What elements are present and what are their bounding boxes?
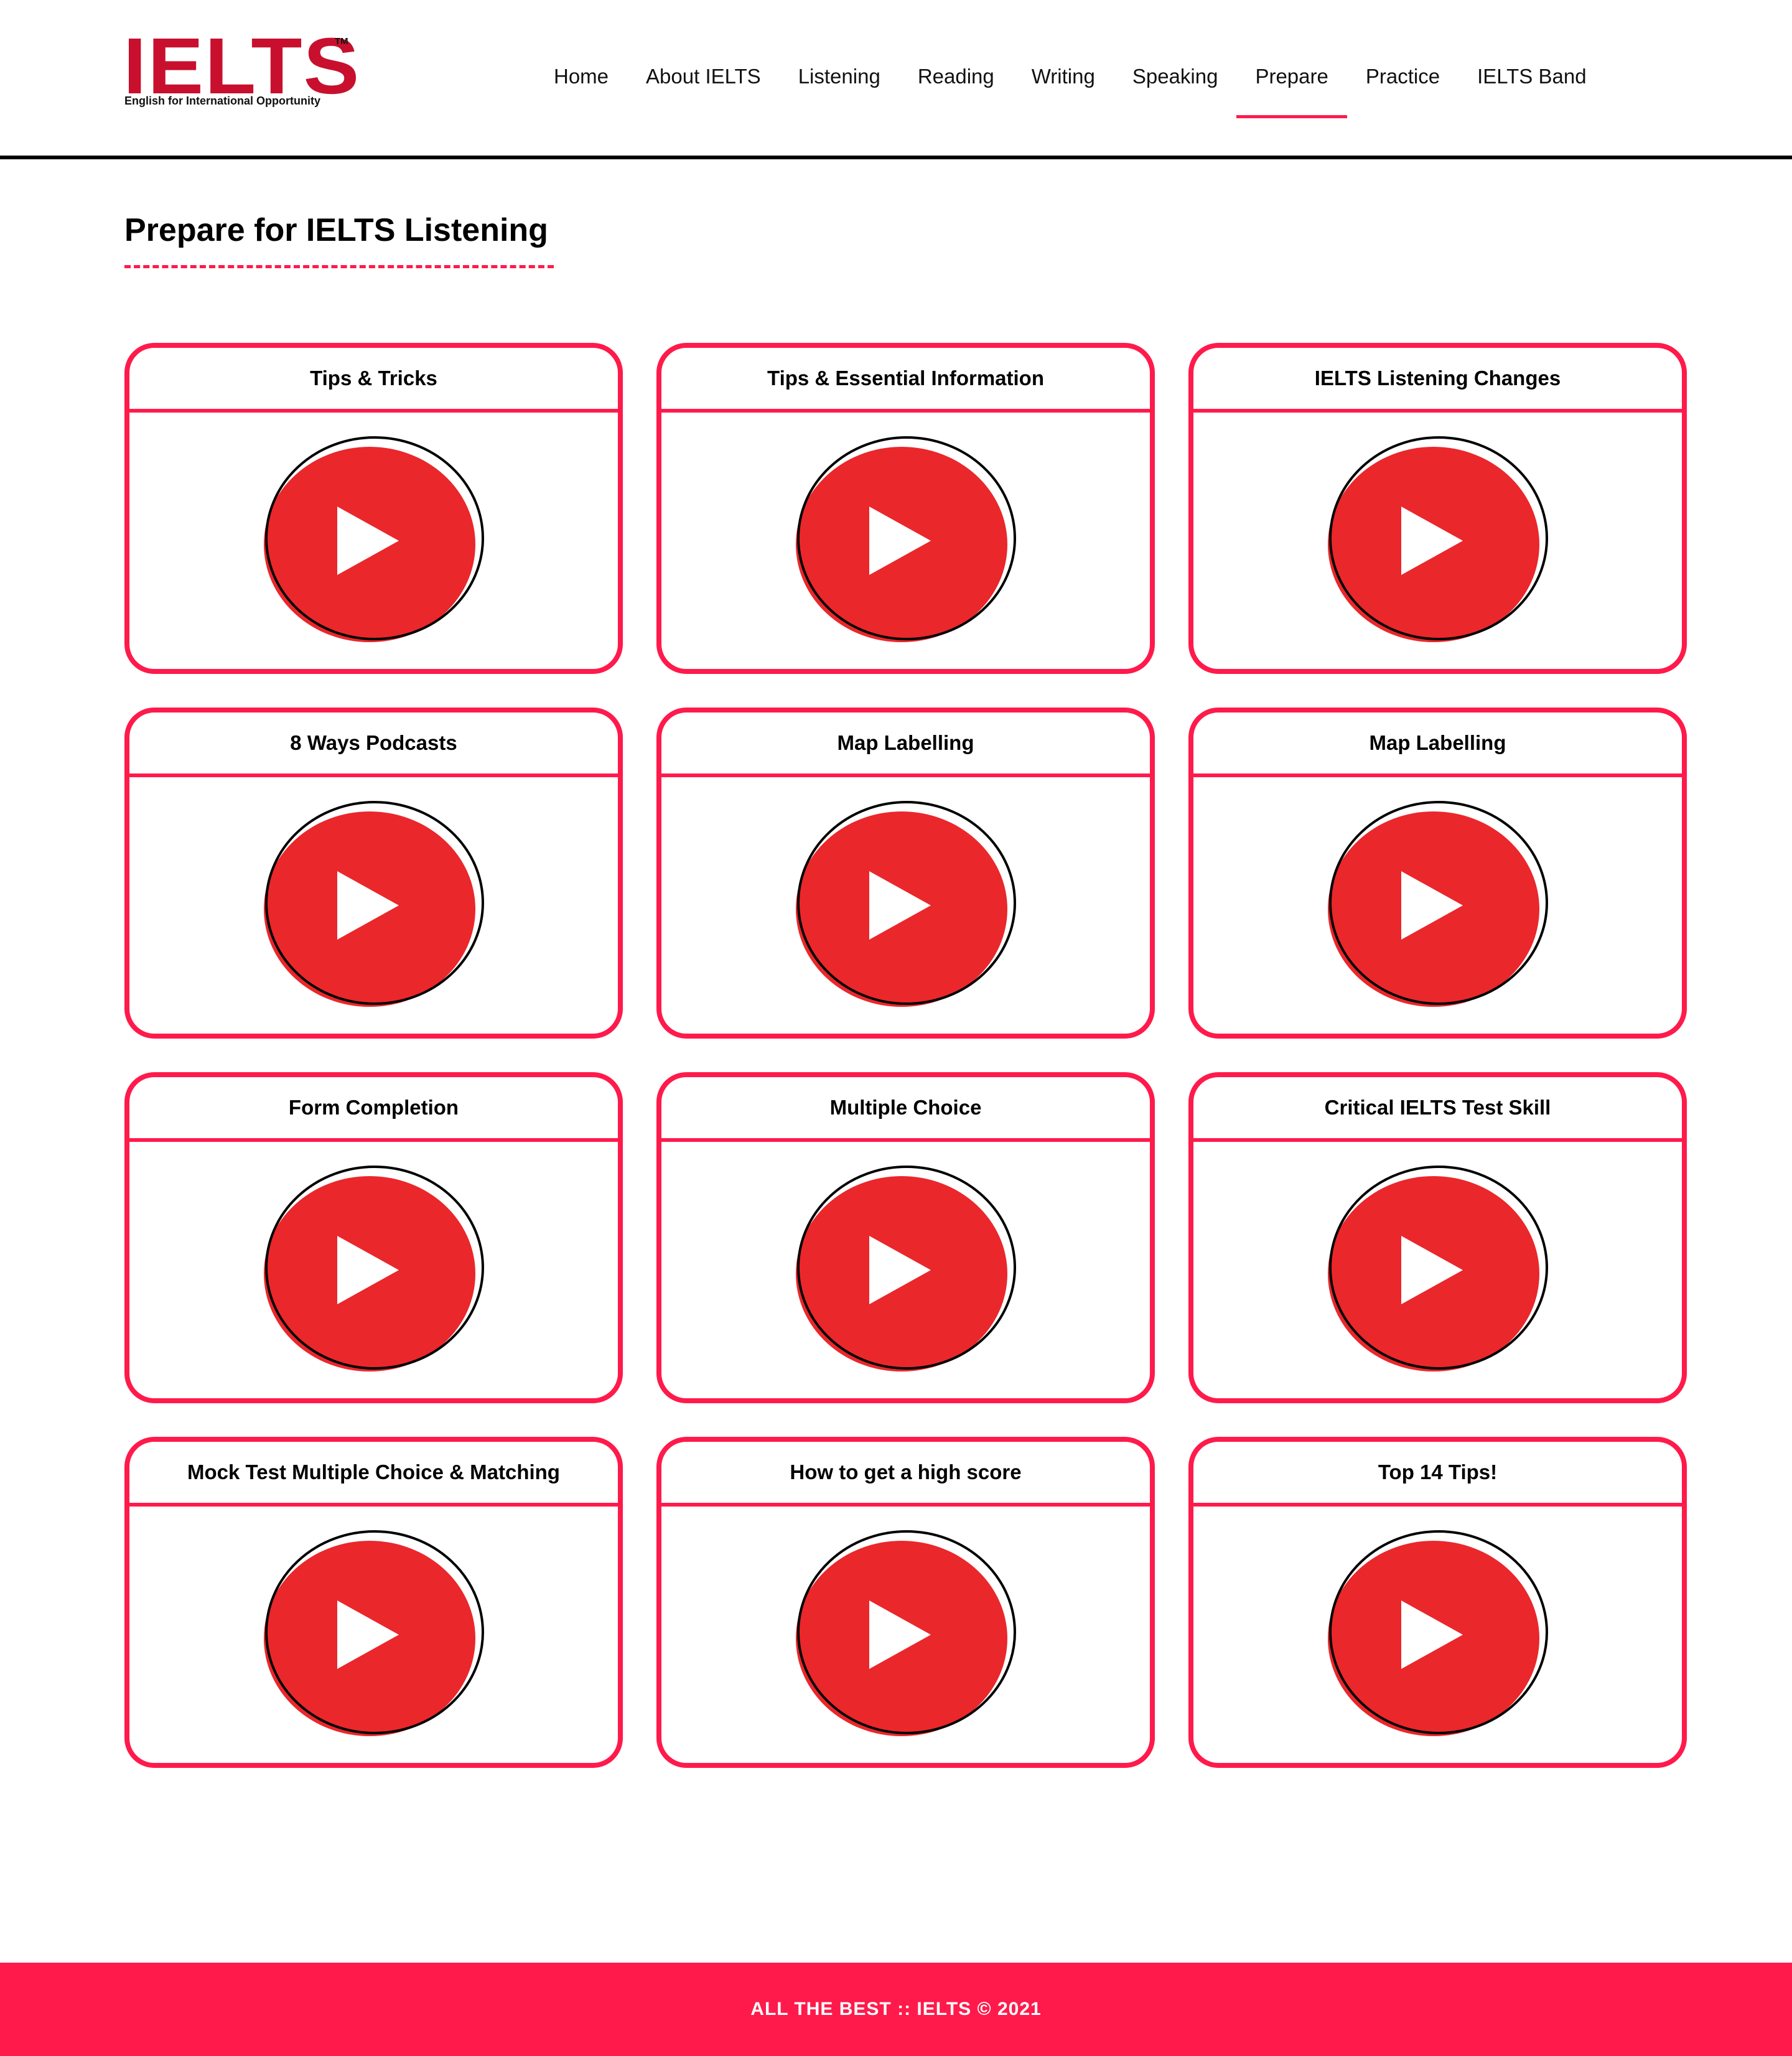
video-card-title: How to get a high score: [661, 1442, 1150, 1507]
video-card-title: Mock Test Multiple Choice & Matching: [129, 1442, 618, 1507]
logo-wordmark: IELTS: [123, 22, 361, 111]
video-card[interactable]: Map Labelling: [656, 708, 1155, 1039]
video-card[interactable]: Map Labelling: [1188, 708, 1687, 1039]
main-nav: Home About IELTS Listening Reading Writing Sp…: [535, 56, 1605, 118]
video-card-title: IELTS Listening Changes: [1193, 348, 1682, 413]
play-icon[interactable]: [1323, 800, 1553, 1011]
play-icon[interactable]: [791, 1529, 1021, 1741]
nav-item-home[interactable]: Home: [535, 56, 627, 118]
play-icon[interactable]: [791, 800, 1021, 1011]
video-card-body: [661, 413, 1150, 669]
nav-item-speaking[interactable]: Speaking: [1114, 56, 1237, 118]
video-card[interactable]: How to get a high score: [656, 1437, 1155, 1768]
video-card[interactable]: Form Completion: [124, 1072, 623, 1403]
play-icon[interactable]: [1323, 1164, 1553, 1376]
video-card-title: Multiple Choice: [661, 1077, 1150, 1142]
video-card-body: [1193, 777, 1682, 1034]
video-card-body: [129, 1142, 618, 1398]
nav-item-listening[interactable]: Listening: [780, 56, 899, 118]
video-card[interactable]: Tips & Essential Information: [656, 343, 1155, 674]
video-card-title: Tips & Essential Information: [661, 348, 1150, 413]
video-card-title: Form Completion: [129, 1077, 618, 1142]
video-card-title: Critical IELTS Test Skill: [1193, 1077, 1682, 1142]
nav-item-ielts-band[interactable]: IELTS Band: [1458, 56, 1605, 118]
video-card-body: [129, 1507, 618, 1763]
video-card[interactable]: Mock Test Multiple Choice & Matching: [124, 1437, 623, 1768]
play-icon[interactable]: [259, 1529, 489, 1741]
site-header: IELTS TM English for International Oppor…: [0, 0, 1792, 159]
nav-item-about-ielts[interactable]: About IELTS: [627, 56, 780, 118]
video-card[interactable]: Tips & Tricks: [124, 343, 623, 674]
video-card-body: [1193, 1507, 1682, 1763]
video-card-title: Map Labelling: [661, 713, 1150, 777]
play-icon[interactable]: [259, 435, 489, 647]
footer-text: ALL THE BEST :: IELTS © 2021: [750, 1999, 1042, 2019]
video-card-body: [129, 777, 618, 1034]
ielts-logo[interactable]: IELTS TM English for International Oppor…: [123, 27, 359, 113]
page-title: Prepare for IELTS Listening: [124, 212, 554, 268]
logo-trademark: TM: [335, 36, 348, 47]
video-card-body: [1193, 413, 1682, 669]
video-card-title: Map Labelling: [1193, 713, 1682, 777]
logo-tagline: English for International Opportunity: [124, 95, 320, 107]
video-card-body: [129, 413, 618, 669]
nav-item-writing[interactable]: Writing: [1013, 56, 1114, 118]
play-icon[interactable]: [1323, 435, 1553, 647]
video-card-body: [661, 1142, 1150, 1398]
play-icon[interactable]: [259, 1164, 489, 1376]
video-card-title: Top 14 Tips!: [1193, 1442, 1682, 1507]
video-card[interactable]: Multiple Choice: [656, 1072, 1155, 1403]
video-card[interactable]: Top 14 Tips!: [1188, 1437, 1687, 1768]
play-icon[interactable]: [791, 435, 1021, 647]
nav-item-prepare[interactable]: Prepare: [1236, 56, 1348, 118]
video-grid: Tips & Tricks Tips & Essential Informatio…: [124, 343, 1687, 1768]
site-footer: ALL THE BEST :: IELTS © 2021: [0, 1963, 1792, 2056]
video-card-title: 8 Ways Podcasts: [129, 713, 618, 777]
play-icon[interactable]: [1323, 1529, 1553, 1741]
nav-item-reading[interactable]: Reading: [899, 56, 1013, 118]
nav-item-practice[interactable]: Practice: [1347, 56, 1458, 118]
video-card-body: [661, 1507, 1150, 1763]
video-card-title: Tips & Tricks: [129, 348, 618, 413]
video-card[interactable]: 8 Ways Podcasts: [124, 708, 623, 1039]
play-icon[interactable]: [259, 800, 489, 1011]
video-card-body: [661, 777, 1150, 1034]
play-icon[interactable]: [791, 1164, 1021, 1376]
video-card[interactable]: IELTS Listening Changes: [1188, 343, 1687, 674]
video-card-body: [1193, 1142, 1682, 1398]
video-card[interactable]: Critical IELTS Test Skill: [1188, 1072, 1687, 1403]
